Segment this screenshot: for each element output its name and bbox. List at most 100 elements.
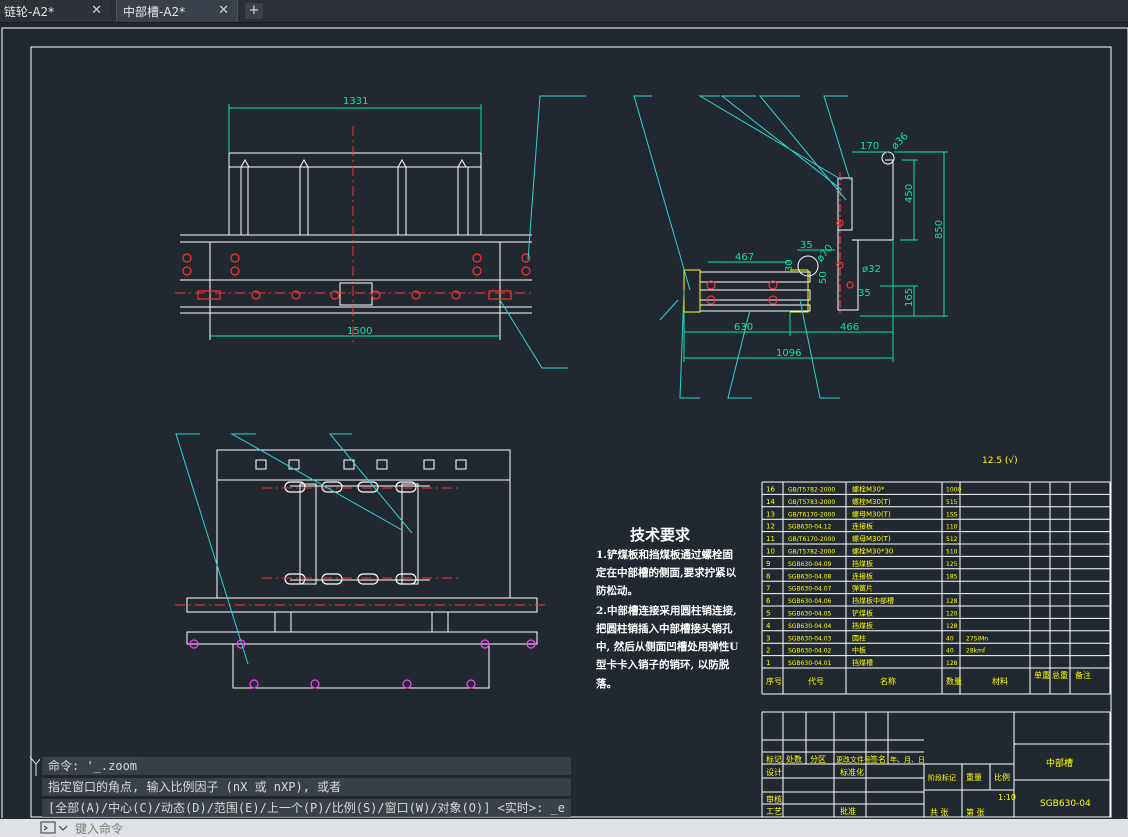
dim-170: 170: [860, 141, 879, 152]
tech-req-line: 中, 然后从侧面凹槽处用弹性U: [596, 640, 738, 653]
bom-header: 单重: [1034, 670, 1050, 680]
tb-label: 更改文件号: [836, 755, 871, 764]
tech-req-line: 1.铲煤板和挡煤板通过螺栓固: [596, 548, 733, 561]
bom-cell: 14: [766, 498, 775, 506]
bom-cell: 515: [946, 499, 958, 506]
dim-850: 850: [934, 220, 945, 239]
bom-cell: SGB630-04.09: [788, 561, 832, 568]
bom-cell: 120: [946, 611, 958, 618]
bom-cell: 1000: [946, 487, 961, 494]
tb-label: 阶段标记: [928, 773, 956, 782]
bom-cell: GB/T6170-2000: [788, 536, 835, 543]
bom-cell: 185: [946, 573, 958, 580]
tech-req-line: 2.中部槽连接采用圆柱销连接,: [596, 604, 737, 617]
tab-label: 中部槽-A2*: [123, 4, 186, 19]
dim-450: 450: [904, 184, 915, 203]
tb-label: 设计: [766, 767, 782, 777]
bom-cell: 125: [946, 561, 958, 568]
command-history: 命令: '_.zoom 指定窗口的角点, 输入比例因子 (nX 或 nXP), …: [42, 757, 571, 820]
bom-cell: 128: [946, 623, 958, 630]
bom-cell: 7: [766, 585, 770, 593]
bom-cell: 9: [766, 560, 770, 568]
bom-cell: 螺母M30(T): [852, 509, 891, 518]
tab-sprocket[interactable]: 链轮-A2* ✕: [0, 0, 110, 22]
tb-label: 批准: [840, 806, 856, 816]
bom-cell: GB/T5782-2000: [788, 549, 835, 556]
bom-cell: 挡煤板: [852, 559, 873, 568]
bom-cell: 螺栓M30*30: [852, 547, 893, 556]
bom-header: 序号: [766, 676, 782, 686]
bom-cell: 螺栓M30(T): [852, 497, 891, 506]
bom-header: 数量: [946, 676, 962, 686]
bom-cell: SGB630-04.05: [788, 611, 832, 618]
tb-label: 年、月、日: [890, 755, 925, 764]
bom-cell: 挡煤板中部槽: [852, 596, 894, 605]
bom-cell: 40: [946, 635, 954, 642]
bom-cell: 6: [766, 597, 771, 605]
bom-cell: 螺母M30(T): [852, 534, 891, 543]
dim-630: 630: [734, 322, 753, 333]
command-line[interactable]: 键入命令: [0, 819, 1128, 837]
bom-cell: SGB630-04.08: [788, 573, 832, 580]
tb-label: 重量: [966, 772, 982, 782]
tech-req-line: 落。: [596, 677, 617, 690]
bom-cell: 5: [766, 610, 770, 618]
bom-cell: SGB630-04.12: [788, 524, 832, 531]
dim-35b: 35: [858, 288, 871, 299]
bom-cell: 中板: [852, 646, 866, 655]
drawing-scale: 1:10: [998, 793, 1016, 802]
bom-cell: 512: [946, 536, 958, 543]
bom-cell: 弹簧片: [852, 584, 873, 593]
bom-cell: GB/T5783-2000: [788, 499, 835, 506]
dim-467: 467: [735, 252, 754, 263]
close-icon[interactable]: ✕: [218, 3, 229, 18]
bom-cell: SGB630-04.01: [788, 660, 832, 667]
dim-d32: ø32: [862, 264, 881, 275]
dim-466: 466: [840, 322, 859, 333]
bom-cell: 128: [946, 598, 958, 605]
tb-label: 标记: [766, 754, 782, 764]
tb-label: 比例: [994, 772, 1010, 782]
bom-cell: 110: [946, 524, 958, 531]
bom-cell: 40: [946, 648, 954, 655]
bom-cell: 铲煤板: [852, 609, 873, 618]
bom-cell: GB/T5782-2000: [788, 487, 835, 494]
bom-cell: 510: [946, 549, 958, 556]
new-tab-button[interactable]: +: [245, 3, 263, 19]
bom-cell: 12: [766, 523, 775, 531]
dim-35: 35: [800, 240, 813, 251]
bom-header: 材料: [992, 676, 1008, 686]
bom-cell: 28kmf: [966, 648, 986, 655]
bom-cell: 8: [766, 572, 770, 580]
bom-header: 名称: [880, 676, 896, 686]
bom-cell: 27SiMn: [966, 635, 988, 642]
bom-cell: 连接板: [852, 522, 873, 531]
tb-label: 处数: [786, 754, 802, 764]
bom-cell: SGB630-04.07: [788, 586, 832, 593]
dim-30: 30: [784, 259, 795, 272]
bom-cell: SGB630-04.02: [788, 648, 832, 655]
dim-50: 50: [818, 271, 829, 284]
bom-header: 代号: [808, 676, 824, 686]
bom-cell: 13: [766, 510, 775, 518]
drawing-canvas[interactable]: 1331 1500 170 ø36 450 850 165 467 35 ø70…: [0, 23, 1128, 818]
bom-cell: 圆柱: [852, 633, 866, 642]
bom-cell: SGB630-04.04: [788, 623, 832, 630]
tech-req-line: 防松动。: [596, 584, 638, 597]
tech-req-line: 把圆柱销插入中部槽接头销孔: [596, 622, 733, 635]
bom-cell: 连接板: [852, 571, 873, 580]
bom-cell: 4: [766, 622, 771, 630]
command-history-line: [全部(A)/中心(C)/动态(D)/范围(E)/上一个(P)/比例(S)/窗口…: [45, 799, 568, 816]
bom-header: 备注: [1075, 670, 1091, 680]
tech-req-line: 定在中部槽的侧面,要求拧紧以: [595, 566, 737, 579]
close-icon[interactable]: ✕: [91, 3, 102, 18]
bom-cell: 128: [946, 660, 958, 667]
command-input[interactable]: 键入命令: [75, 820, 123, 837]
bom-cell: 2: [766, 647, 770, 655]
bom-cell: 螺栓M30*: [852, 485, 885, 494]
dim-1331: 1331: [343, 96, 368, 107]
command-icon[interactable]: [40, 821, 70, 835]
tab-middle-trough[interactable]: 中部槽-A2* ✕: [116, 0, 238, 22]
tech-req-line: 型卡卡入销子的销环, 以防脱: [596, 658, 730, 671]
bom-cell: GB/T6170-2000: [788, 511, 835, 518]
